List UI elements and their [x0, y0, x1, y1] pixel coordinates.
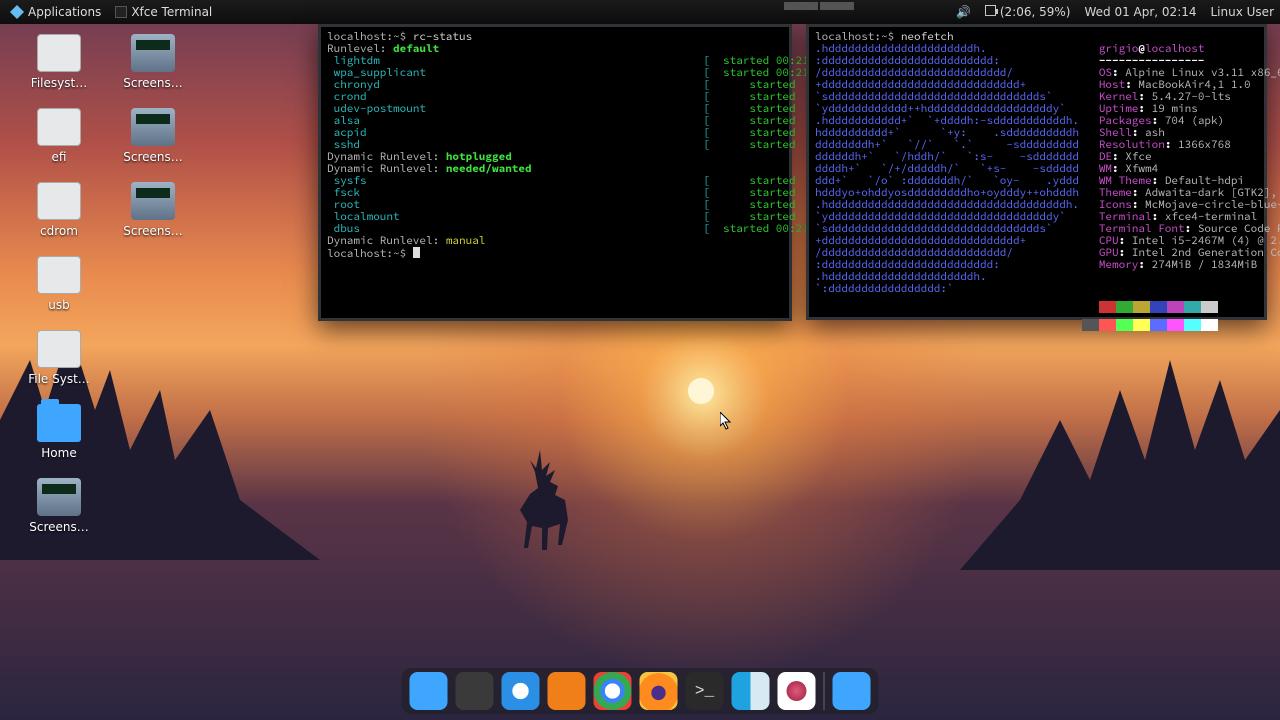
dock-finder-icon[interactable] [732, 672, 770, 710]
clock[interactable]: Wed 01 Apr, 02:14 [1084, 5, 1196, 19]
desktop-icon[interactable]: Home [16, 404, 102, 460]
applications-label: Applications [28, 5, 101, 19]
dock-screenshot-icon[interactable] [778, 672, 816, 710]
wallpaper-sun [688, 378, 714, 404]
desktop-icon-label: usb [48, 298, 69, 312]
desktop-icon[interactable]: Filesyst… [16, 34, 102, 90]
cursor-icon [720, 412, 732, 430]
screenshot-icon [37, 478, 81, 516]
applications-menu[interactable]: Applications [6, 3, 105, 21]
dock-files-icon[interactable] [410, 672, 448, 710]
top-panel: Applications Xfce Terminal 🔊 (2:06, 59%)… [0, 0, 1280, 24]
dock-htop-icon[interactable] [456, 672, 494, 710]
wallpaper-trees-right [960, 310, 1280, 570]
screenshot-icon [131, 182, 175, 220]
dock-separator [824, 672, 825, 710]
desktop-icon-label: Screens… [29, 520, 89, 534]
hd-icon [37, 330, 81, 368]
terminal-output: localhost:~$ rc-status Runlevel: default… [321, 27, 789, 264]
xfce-logo-icon [10, 5, 24, 19]
desktop-icon[interactable]: Screens… [110, 34, 196, 90]
desktop-icon[interactable]: Screens… [110, 108, 196, 164]
desktop-icon[interactable]: Screens… [16, 478, 102, 534]
volume-icon[interactable]: 🔊 [956, 5, 971, 19]
terminal-output: localhost:~$ neofetch .hdddddddddddddddd… [809, 27, 1264, 335]
desktop-icon-label: Screens… [123, 150, 183, 164]
desktop-icon-label: Home [41, 446, 76, 460]
dock-chromium-icon[interactable] [594, 672, 632, 710]
terminal-window-rcstatus[interactable]: localhost:~$ rc-status Runlevel: default… [318, 24, 792, 321]
battery-status[interactable]: (2:06, 59%) [985, 5, 1070, 19]
desktop-icons-area: Filesyst… Screens… efi Screens… cdrom Screens… [12, 30, 212, 548]
desktop-icon-label: cdrom [40, 224, 78, 238]
screenshot-icon [131, 108, 175, 146]
dock-downloads-icon[interactable] [833, 672, 871, 710]
user-menu[interactable]: Linux User [1211, 5, 1275, 19]
desktop-icon[interactable]: cdrom [16, 182, 102, 238]
workspace-pager[interactable] [784, 0, 854, 14]
hd-icon [37, 256, 81, 294]
hd-icon [37, 182, 81, 220]
battery-icon [985, 5, 996, 16]
desktop-icon[interactable]: usb [16, 256, 102, 312]
terminal-window-neofetch[interactable]: localhost:~$ neofetch .hdddddddddddddddd… [806, 24, 1267, 320]
desktop-icon-label: Screens… [123, 224, 183, 238]
desktop-icon-label: Screens… [123, 76, 183, 90]
wallpaper-deer [500, 450, 590, 560]
desktop-icon[interactable]: Screens… [110, 182, 196, 238]
desktop-icon-label: File Syst… [28, 372, 90, 386]
screenshot-icon [131, 34, 175, 72]
color-palette-bright [1082, 319, 1258, 331]
desktop-icon-label: Filesyst… [31, 76, 87, 90]
folder-icon [37, 404, 81, 442]
dock-firefox-icon[interactable] [640, 672, 678, 710]
color-palette [1082, 301, 1258, 313]
dock-terminal-icon[interactable]: >_ [686, 672, 724, 710]
taskbar-window-button[interactable]: Xfce Terminal [111, 3, 216, 21]
desktop-icon[interactable]: File Syst… [16, 330, 102, 386]
terminal-tiny-icon [115, 6, 127, 18]
dock-safari-icon[interactable] [502, 672, 540, 710]
hd-icon [37, 108, 81, 146]
active-window-title: Xfce Terminal [131, 5, 212, 19]
dock: >_ [402, 668, 879, 714]
hd-icon [37, 34, 81, 72]
desktop-icon[interactable]: efi [16, 108, 102, 164]
desktop-icon-label: efi [52, 150, 67, 164]
dock-vlc-icon[interactable] [548, 672, 586, 710]
